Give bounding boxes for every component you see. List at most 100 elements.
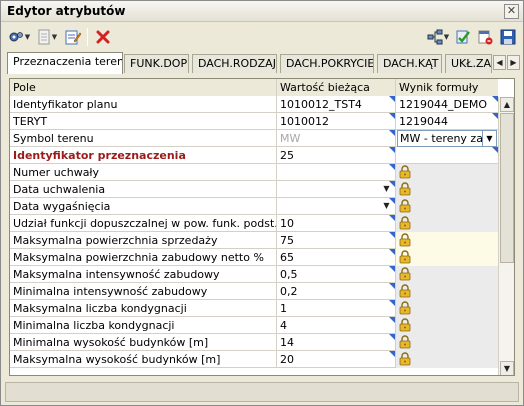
network-tree-button[interactable]: ▼	[426, 27, 450, 47]
current-value: 1010012	[280, 115, 329, 128]
formula-result-cell	[396, 334, 498, 351]
current-value-cell[interactable]: 1010012_TST4	[277, 96, 396, 113]
current-value-cell[interactable]: ▼	[277, 198, 396, 215]
table-row[interactable]: Identyfikator planu 1010012_TST4 1219044_D…	[10, 96, 498, 113]
lock-icon	[399, 335, 411, 351]
chevron-down-icon[interactable]: ▼	[482, 131, 496, 146]
table-row[interactable]: TERYT 1010012 1219044	[10, 113, 498, 130]
edit-marker-icon	[389, 300, 395, 306]
current-value-cell[interactable]: 0,2	[277, 283, 396, 300]
table-row[interactable]: Maksymalna intensywność zabudowy 0,5	[10, 266, 498, 283]
current-value: 10	[280, 217, 294, 230]
edit-form-button[interactable]	[63, 27, 83, 47]
header-formula[interactable]: Wynik formuły	[396, 79, 498, 96]
save-button[interactable]	[498, 27, 518, 47]
current-value: 65	[280, 251, 294, 264]
vertical-scrollbar[interactable]: ▲ ▼	[498, 97, 514, 375]
current-value-cell[interactable]: 1010012	[277, 113, 396, 130]
formula-result-cell	[396, 181, 498, 198]
chevron-down-icon: ▼	[24, 33, 31, 41]
current-value-cell[interactable]: 65	[277, 249, 396, 266]
current-value-cell[interactable]: 25	[277, 147, 396, 164]
toolbar-separator	[87, 28, 88, 46]
table-row[interactable]: Identyfikator przeznaczenia 25	[10, 147, 498, 164]
edit-marker-icon	[389, 215, 395, 221]
tab-scroll-right-icon[interactable]: ▶	[507, 55, 520, 70]
close-button[interactable]: ✕	[504, 4, 519, 19]
header-field[interactable]: Pole	[10, 79, 277, 96]
chevron-down-icon[interactable]: ▼	[381, 183, 392, 195]
tab-scroll-left-icon[interactable]: ◀	[493, 55, 506, 70]
tab-funk-dop[interactable]: FUNK.DOP	[124, 54, 189, 73]
symbol-terenu-select[interactable]: MW - tereny zabu ▼	[397, 130, 497, 147]
formula-result-cell: 1219044	[396, 113, 498, 130]
current-value-cell[interactable]: 75	[277, 232, 396, 249]
edit-form-icon	[65, 29, 81, 45]
formula-result-cell	[396, 147, 498, 164]
current-value-cell[interactable]: ▼	[277, 181, 396, 198]
current-value-cell[interactable]	[277, 164, 396, 181]
delete-x-icon	[95, 29, 111, 45]
exit-icon	[477, 29, 493, 45]
scroll-up-icon[interactable]: ▲	[500, 97, 514, 112]
field-name: Numer uchwały	[10, 164, 277, 181]
tab-dach-kat[interactable]: DACH.KĄT	[377, 54, 442, 73]
chevron-down-icon[interactable]: ▼	[381, 200, 392, 212]
scroll-down-icon[interactable]: ▼	[500, 361, 514, 375]
current-value-cell[interactable]: 1	[277, 300, 396, 317]
field-name: Maksymalna intensywność zabudowy	[10, 266, 277, 283]
table-row[interactable]: Maksymalna powierzchnia zabudowy netto %…	[10, 249, 498, 266]
current-value-cell[interactable]: 0,5	[277, 266, 396, 283]
document-button[interactable]: ▼	[35, 27, 59, 47]
tab-dach-rodzaj[interactable]: DACH.RODZAJ	[192, 54, 277, 73]
edit-marker-icon	[389, 266, 395, 272]
formula-result-cell: 1219044_DEMO	[396, 96, 498, 113]
current-value: 1	[280, 302, 287, 315]
table-row[interactable]: Minimalna intensywność zabudowy 0,2	[10, 283, 498, 300]
lock-icon	[399, 233, 411, 249]
current-value: 1010012_TST4	[280, 98, 362, 111]
lock-icon	[399, 165, 411, 181]
table-row[interactable]: Data uchwalenia ▼	[10, 181, 498, 198]
field-name: Minimalna liczba kondygnacji	[10, 317, 277, 334]
table-row[interactable]: Symbol terenu MW MW - tereny zabu ▼	[10, 130, 498, 147]
table-row[interactable]: Data wygaśnięcia ▼	[10, 198, 498, 215]
current-value-cell[interactable]: 14	[277, 334, 396, 351]
current-value-cell[interactable]: 4	[277, 317, 396, 334]
current-value-cell[interactable]: MW	[277, 130, 396, 147]
network-tree-icon	[427, 29, 443, 45]
edit-marker-icon	[389, 147, 395, 153]
header-value[interactable]: Wartość bieżąca	[277, 79, 396, 96]
tab-dach-pokrycie[interactable]: DACH.POKRYCIE	[280, 54, 374, 73]
table-row[interactable]: Minimalna liczba kondygnacji 4	[10, 317, 498, 334]
current-value-cell[interactable]: 10	[277, 215, 396, 232]
edit-marker-icon	[389, 351, 395, 357]
validate-button[interactable]	[453, 27, 473, 47]
formula-result-cell	[396, 232, 498, 249]
exit-button[interactable]	[475, 27, 495, 47]
field-name: Minimalna intensywność zabudowy	[10, 283, 277, 300]
edit-marker-icon	[389, 130, 395, 136]
lock-icon	[399, 182, 411, 198]
tab-przeznaczenia-terenu[interactable]: Przeznaczenia terenu	[7, 52, 123, 74]
table-row[interactable]: Minimalna wysokość budynków [m] 14	[10, 334, 498, 351]
formula-result-cell[interactable]: MW - tereny zabu ▼	[396, 130, 498, 147]
edit-marker-icon	[389, 283, 395, 289]
table-row[interactable]: Maksymalna wysokość budynków [m] 20	[10, 351, 498, 368]
table-row[interactable]: Udział funkcji dopuszczalnej w pow. funk…	[10, 215, 498, 232]
table-row[interactable]: Maksymalna liczba kondygnacji 1	[10, 300, 498, 317]
delete-button[interactable]	[93, 27, 113, 47]
scroll-thumb[interactable]	[500, 113, 514, 263]
lock-icon	[399, 250, 411, 266]
current-value: 25	[280, 149, 294, 162]
attribute-editor-window: Edytor atrybutów ✕ ▼ ▼ ▼ Przeznaczenia t…	[0, 0, 524, 406]
formula-result-cell	[396, 283, 498, 300]
tab-ukl-za[interactable]: UKŁ.ZA	[445, 54, 492, 73]
field-name: Maksymalna powierzchnia sprzedaży	[10, 232, 277, 249]
settings-gear-button[interactable]: ▼	[6, 27, 32, 47]
table-row[interactable]: Numer uchwały	[10, 164, 498, 181]
formula-result: 1219044	[399, 115, 448, 128]
table-row[interactable]: Maksymalna powierzchnia sprzedaży 75	[10, 232, 498, 249]
current-value-cell[interactable]: 20	[277, 351, 396, 368]
lock-icon	[399, 318, 411, 334]
